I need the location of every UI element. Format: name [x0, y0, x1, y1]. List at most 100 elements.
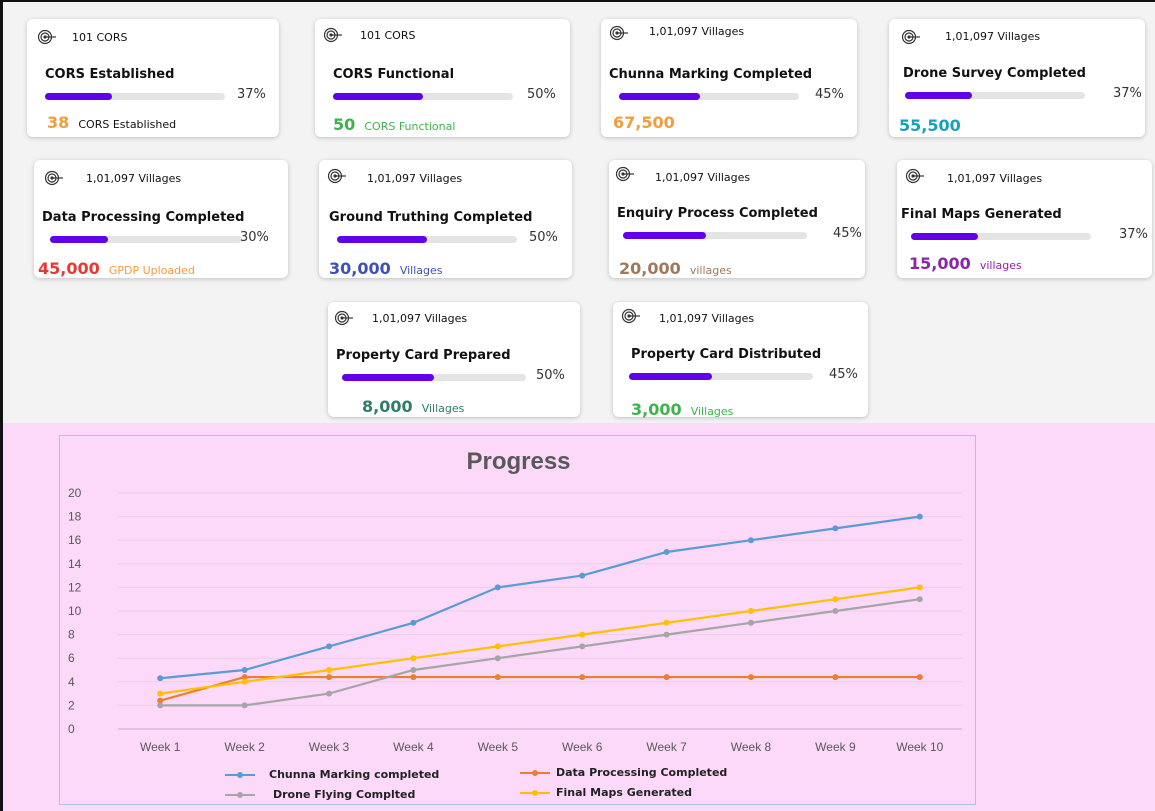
data-point — [916, 674, 923, 681]
progress-track — [619, 93, 799, 100]
card-subtitle: 1,01,097 Villages — [367, 172, 463, 185]
card-title: Property Card Prepared — [336, 348, 511, 363]
progress-fill — [333, 93, 423, 100]
progress-fill — [45, 93, 112, 100]
y-tick-label: 0 — [68, 722, 75, 736]
card-value-row: 30,000 Villages — [329, 259, 443, 278]
target-icon — [609, 25, 629, 41]
progress-track — [337, 236, 517, 243]
data-point — [748, 674, 754, 681]
data-point — [832, 674, 839, 681]
card-value: 3,000 — [631, 400, 682, 419]
x-tick-label: Week 9 — [815, 740, 856, 754]
data-point — [241, 678, 248, 685]
stat-card: 1,01,097 Villages Drone Survey Completed 3… — [889, 19, 1145, 137]
card-title: Data Processing Completed — [42, 210, 245, 225]
stat-card: 1,01,097 Villages Data Processing Complet… — [34, 160, 288, 278]
card-subtitle: 101 CORS — [360, 29, 416, 42]
card-value-row: 8,000 Villages — [362, 397, 464, 416]
card-title: CORS Functional — [333, 67, 455, 82]
card-subtitle: 1,01,097 Villages — [945, 30, 1041, 43]
progress-percent: 45% — [815, 87, 844, 102]
data-point — [494, 584, 501, 591]
data-point — [916, 513, 923, 520]
stat-card: 1,01,097 Villages Chunna Marking Complete… — [601, 19, 857, 137]
target-icon — [621, 308, 641, 324]
x-tick-label: Week 7 — [646, 740, 687, 754]
data-point — [663, 619, 670, 626]
data-point — [579, 643, 586, 650]
card-value-row: 3,000 Villages — [631, 400, 733, 419]
y-tick-label: 16 — [68, 533, 82, 547]
legend-marker — [237, 772, 243, 778]
card-value: 67,500 — [613, 113, 675, 132]
progress-fill — [337, 236, 427, 243]
card-value-label: Villages — [690, 405, 734, 418]
y-tick-label: 20 — [68, 486, 82, 500]
legend-item: Drone Flying Complted — [225, 788, 415, 801]
data-point — [494, 643, 501, 650]
series-line — [160, 598, 920, 707]
target-icon — [901, 29, 921, 45]
data-point — [748, 608, 754, 614]
data-point — [663, 631, 670, 638]
data-point — [410, 655, 417, 662]
card-value-row: 38 CORS Established — [47, 113, 176, 132]
target-icon — [615, 166, 635, 182]
card-title: Final Maps Generated — [901, 207, 1062, 222]
progress-track — [333, 93, 513, 100]
card-value-label: Villages — [421, 402, 465, 415]
card-value-row: 15,000 villages — [909, 254, 1022, 273]
legend-label: Data Processing Completed — [556, 766, 728, 779]
card-value-row: 50 CORS Functional — [333, 115, 455, 134]
progress-percent: 50% — [527, 87, 556, 102]
y-tick-label: 2 — [68, 698, 75, 712]
stat-card: 1,01,097 Villages Property Card Prepared 5… — [328, 302, 580, 417]
progress-fill — [623, 232, 706, 239]
progress-track — [342, 374, 526, 381]
data-point — [410, 619, 417, 626]
x-tick-label: Week 1 — [140, 740, 181, 754]
card-subtitle: 1,01,097 Villages — [655, 171, 751, 184]
series-line — [159, 675, 920, 702]
y-tick-label: 8 — [68, 628, 75, 642]
data-point — [748, 619, 754, 626]
y-tick-label: 6 — [68, 651, 75, 665]
card-value-label: villages — [689, 264, 732, 277]
legend-label: Chunna Marking completed — [269, 768, 440, 781]
progress-percent: 50% — [536, 368, 565, 383]
data-point — [326, 690, 332, 697]
legend-item: Chunna Marking completed — [225, 768, 439, 781]
data-point — [832, 525, 839, 532]
card-title: Chunna Marking Completed — [609, 67, 813, 82]
data-point — [916, 584, 923, 591]
card-subtitle: 1,01,097 Villages — [947, 172, 1043, 185]
progress-track — [905, 92, 1085, 99]
legend-item: Data Processing Completed — [520, 766, 727, 779]
series-line — [160, 515, 920, 680]
card-value: 55,500 — [899, 116, 961, 135]
card-title: Drone Survey Completed — [903, 66, 1086, 81]
card-subtitle: 1,01,097 Villages — [659, 312, 755, 325]
y-tick-label: 18 — [68, 510, 82, 524]
progress-percent: 30% — [240, 230, 269, 245]
progress-fill — [629, 373, 712, 380]
card-value: 20,000 — [619, 259, 681, 278]
progress-fill — [50, 236, 108, 243]
progress-percent: 37% — [237, 87, 266, 102]
data-point — [494, 674, 501, 681]
data-point — [579, 631, 586, 638]
progress-chart: Progress 0 2 4 6 8 10 12 14 16 18 20 Week 1 Week 2 We… — [59, 435, 976, 805]
data-point — [157, 675, 164, 682]
x-tick-label: Week 3 — [309, 740, 350, 754]
data-point — [157, 690, 164, 697]
legend-label: Final Maps Generated — [556, 786, 692, 799]
data-point — [832, 608, 839, 614]
progress-percent: 45% — [829, 367, 858, 382]
y-tick-label: 14 — [68, 557, 82, 571]
card-title: Enquiry Process Completed — [617, 206, 818, 221]
progress-fill — [342, 374, 434, 381]
card-value: 15,000 — [909, 254, 971, 273]
card-value-label: villages — [979, 259, 1022, 272]
x-tick-label: Week 6 — [562, 740, 603, 754]
